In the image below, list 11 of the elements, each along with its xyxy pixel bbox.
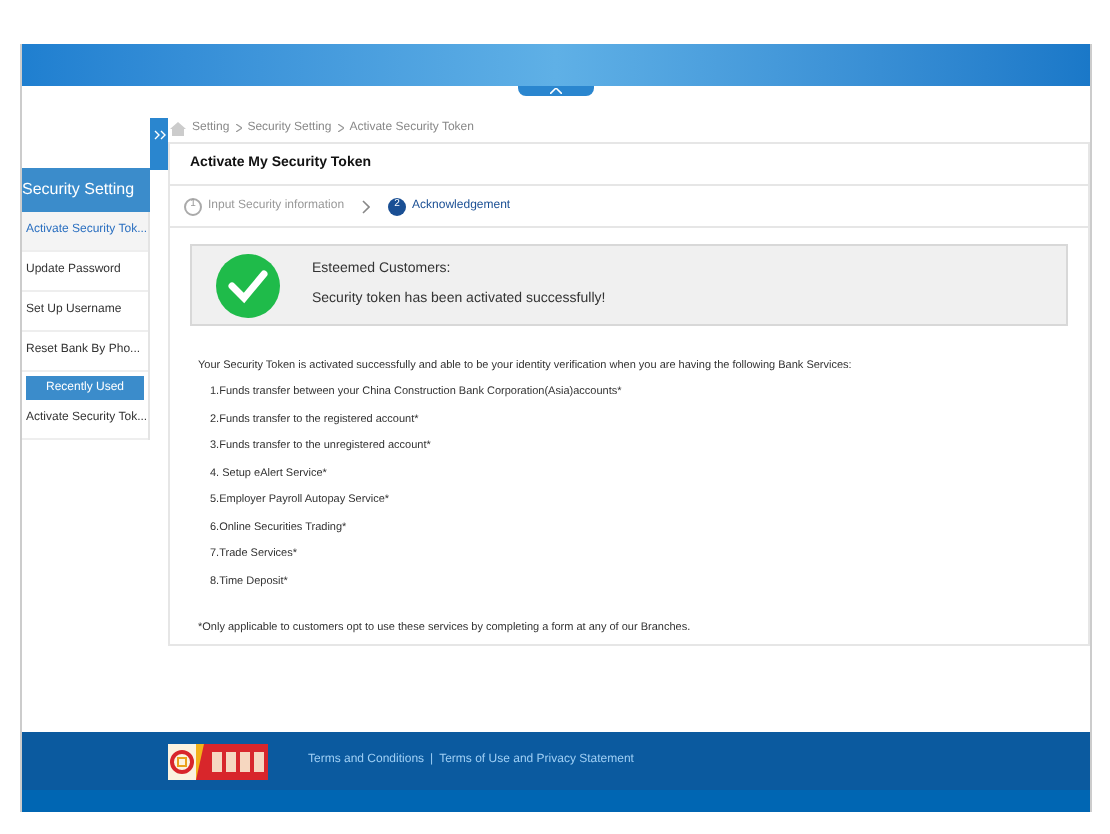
chevron-right-icon: [362, 199, 371, 213]
check-circle-icon: [216, 253, 280, 317]
expand-tab[interactable]: [150, 118, 168, 170]
collapse-tab[interactable]: [518, 86, 594, 96]
sidebar-title: Security Setting: [22, 168, 150, 212]
home-icon: [170, 121, 186, 135]
double-chevron-icon: [153, 130, 165, 140]
chevron-right-icon: [235, 124, 242, 132]
bank-logo: [168, 743, 268, 779]
caret-up-icon: [550, 88, 562, 94]
chevron-right-icon: [337, 124, 344, 132]
